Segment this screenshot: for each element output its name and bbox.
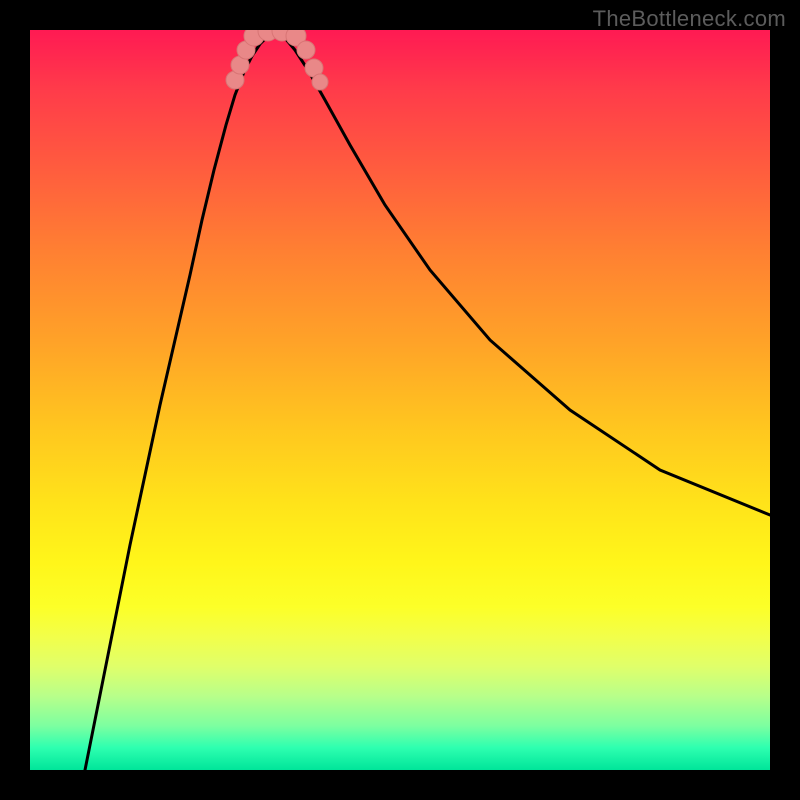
curve-right-curve — [276, 32, 770, 515]
curve-layer — [85, 32, 770, 770]
outer-frame: TheBottleneck.com — [0, 0, 800, 800]
valley-marker-9 — [312, 74, 328, 90]
valley-marker-7 — [297, 41, 315, 59]
marker-layer — [226, 30, 328, 90]
chart-svg — [30, 30, 770, 770]
plot-area — [30, 30, 770, 770]
curve-left-curve — [85, 32, 276, 770]
watermark-text: TheBottleneck.com — [593, 6, 786, 32]
